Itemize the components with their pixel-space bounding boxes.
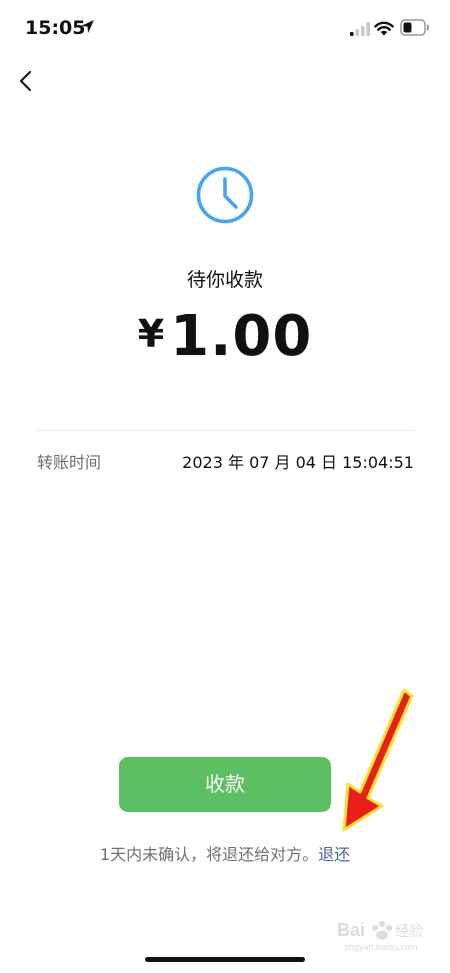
receive-button[interactable]: 收款 — [119, 757, 331, 812]
wifi-icon — [374, 21, 394, 36]
status-bar: 15:05 — [0, 0, 450, 58]
divider — [36, 430, 414, 431]
cellular-signal-icon — [350, 22, 370, 36]
clock-icon — [196, 166, 254, 224]
transfer-time-label: 转账时间 — [37, 453, 102, 472]
transfer-amount: ¥1.00 — [0, 304, 450, 369]
chevron-left-icon — [20, 71, 31, 91]
amount-value: 1.00 — [170, 304, 313, 369]
home-indicator — [145, 957, 305, 962]
svg-text:经验: 经验 — [395, 924, 423, 940]
transfer-time-value: 2023 年 07 月 04 日 15:04:51 — [182, 453, 414, 472]
annotation-arrow-icon — [342, 688, 414, 832]
svg-text:jingyan.baidu.com: jingyan.baidu.com — [344, 942, 418, 952]
currency-symbol: ¥ — [137, 312, 165, 356]
battery-icon — [400, 19, 430, 36]
status-time: 15:05 — [25, 17, 86, 39]
transfer-status: 待你收款 — [186, 269, 263, 291]
back-button[interactable] — [10, 63, 46, 99]
baidu-jingyan-watermark-logo: Bai 经验 jingyan.baidu.com — [337, 920, 423, 952]
location-arrow-icon — [81, 20, 94, 33]
expiry-note: 1天内未确认，将退还给对方。退还 — [0, 841, 450, 865]
svg-text:Bai: Bai — [337, 920, 365, 940]
expiry-note-text: 1天内未确认，将退还给对方。 — [99, 845, 319, 864]
return-link[interactable]: 退还 — [318, 845, 350, 864]
